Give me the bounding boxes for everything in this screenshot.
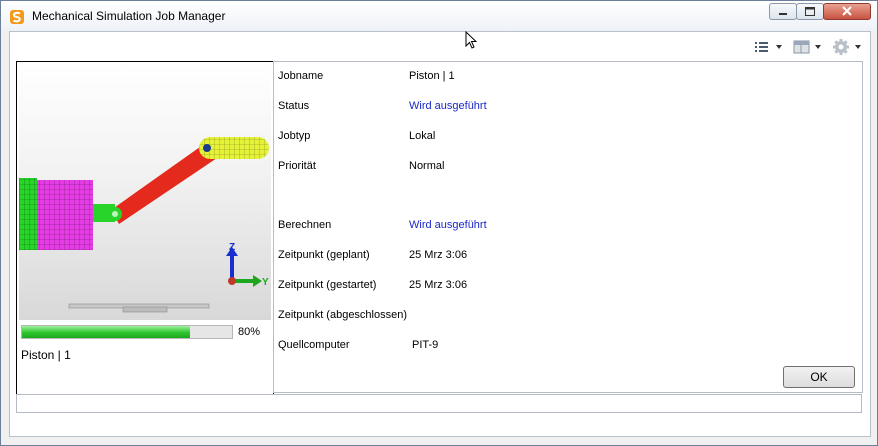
detail-label-berechnen: Berechnen: [278, 219, 332, 231]
detail-label-prioritaet: Priorität: [278, 160, 316, 172]
job-manager-window: Mechanical Simulation Job Manager Z Y 80…: [0, 0, 878, 446]
axis-z-label: Z: [229, 242, 235, 253]
piston-model-render: Z Y: [19, 137, 269, 313]
title-bar[interactable]: Mechanical Simulation Job Manager: [1, 1, 877, 31]
job-details-panel: [273, 61, 863, 393]
minimize-button[interactable]: [769, 3, 797, 20]
close-icon: [842, 6, 852, 16]
detail-value-jobtyp: Lokal: [409, 130, 436, 142]
close-button[interactable]: [823, 3, 871, 20]
job-preview-panel: Z Y 80% Piston | 1: [16, 61, 274, 395]
detail-value-berechnen: Wird ausgeführt: [409, 219, 487, 231]
job-progress-fill: [22, 326, 190, 338]
app-logo-icon: [10, 10, 24, 24]
ok-button[interactable]: OK: [783, 366, 855, 388]
settings-dropdown[interactable]: [832, 38, 864, 56]
detail-value-jobname: Piston | 1: [409, 70, 455, 82]
status-bar: [16, 394, 862, 413]
job-progress-percent: 80%: [238, 326, 261, 338]
detail-label-jobname: Jobname: [278, 70, 324, 82]
list-view-dropdown[interactable]: [753, 38, 785, 56]
maximize-button[interactable]: [796, 3, 824, 20]
detail-label-zeitpunkt-geplant: Zeitpunkt (geplant): [278, 249, 370, 261]
minimize-icon: [779, 13, 787, 15]
job-caption: Piston | 1: [21, 348, 71, 362]
list-view-icon: [755, 42, 782, 52]
detail-label-quellcomputer: Quellcomputer: [278, 339, 350, 351]
detail-value-prioritaet: Normal: [409, 160, 445, 172]
detail-value-status: Wird ausgeführt: [409, 100, 487, 112]
detail-label-zeitpunkt-gestartet: Zeitpunkt (gestartet): [278, 279, 377, 291]
gear-icon: [833, 39, 861, 55]
job-progress-bar: [21, 325, 233, 339]
layout-icon: [793, 40, 821, 54]
window-title: Mechanical Simulation Job Manager: [32, 9, 226, 23]
layout-dropdown[interactable]: [793, 38, 825, 56]
mouse-cursor-icon: [465, 31, 478, 49]
detail-value-quellcomputer: PIT-9: [412, 339, 439, 351]
axis-y-label: Y: [262, 277, 269, 288]
maximize-icon: [805, 7, 815, 16]
detail-label-jobtyp: Jobtyp: [278, 130, 311, 142]
simulation-preview-image: Z Y: [19, 64, 271, 320]
detail-label-zeitpunkt-abgeschlossen: Zeitpunkt (abgeschlossen): [278, 309, 408, 321]
detail-label-status: Status: [278, 100, 310, 112]
detail-value-zeitpunkt-geplant: 25 Mrz 3:06: [409, 249, 468, 261]
detail-value-zeitpunkt-gestartet: 25 Mrz 3:06: [409, 279, 468, 291]
